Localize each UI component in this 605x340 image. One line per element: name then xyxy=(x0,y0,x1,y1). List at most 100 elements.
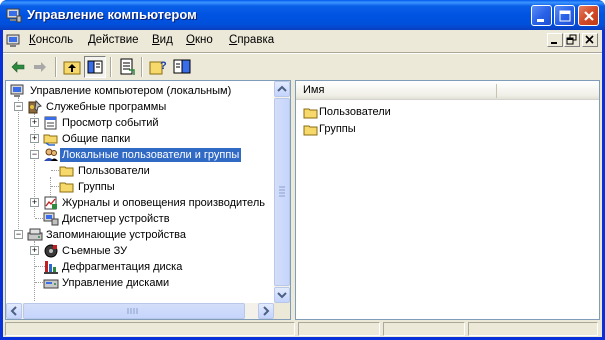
computer-management-icon xyxy=(10,84,24,97)
tree-item-label: Общие папки xyxy=(62,133,131,145)
scroll-right-button[interactable] xyxy=(258,303,274,319)
back-button[interactable] xyxy=(7,56,29,78)
computer-management-window: Управление компьютером Консоль Действие … xyxy=(0,0,605,340)
device-manager-icon xyxy=(43,212,59,226)
tree-item-users[interactable]: Пользователи xyxy=(8,163,278,179)
toolbar: ? xyxy=(3,54,602,80)
export-list-button[interactable] xyxy=(116,56,138,78)
tree-item-groups[interactable]: Группы xyxy=(8,179,278,195)
tree-item-system-tools[interactable]: − Служебные программы xyxy=(8,99,278,115)
menu-console[interactable]: Консоль xyxy=(29,34,73,46)
menu-view[interactable]: Вид xyxy=(152,34,173,46)
grip-icon xyxy=(127,308,138,314)
scrollbar-corner xyxy=(274,303,290,319)
computer-management-icon xyxy=(6,8,22,23)
tree-item-label: Управление дисками xyxy=(62,277,170,289)
console-menu-icon[interactable] xyxy=(6,33,22,49)
tree-item-disk-management[interactable]: Управление дисками xyxy=(8,275,278,291)
tree-item-removable-storage[interactable]: + Съемные ЗУ xyxy=(8,243,278,259)
window-frame: Консоль Действие Вид Окно Справка ? Упра… xyxy=(3,30,602,337)
scroll-thumb[interactable] xyxy=(274,98,290,286)
users-groups-icon xyxy=(44,148,58,161)
tree-horizontal-scrollbar[interactable] xyxy=(6,303,274,319)
menu-bar: Консоль Действие Вид Окно Справка xyxy=(3,30,602,52)
title-bar[interactable]: Управление компьютером xyxy=(0,0,605,30)
tree-item-device-manager[interactable]: Диспетчер устройств xyxy=(8,211,278,227)
expand-toggle[interactable]: + xyxy=(30,134,39,143)
status-bar xyxy=(3,321,602,337)
up-level-icon xyxy=(63,61,81,75)
collapse-toggle[interactable]: − xyxy=(30,150,39,159)
tree-vertical-scrollbar[interactable] xyxy=(274,81,290,303)
collapse-toggle[interactable]: − xyxy=(14,102,23,111)
menu-action-label: Действие xyxy=(88,34,139,46)
close-icon xyxy=(584,11,594,21)
tree-item-event-viewer[interactable]: + Просмотр событий xyxy=(8,115,278,131)
help-icon: ? xyxy=(149,60,167,75)
tree-item-shared-folders[interactable]: + Общие папки xyxy=(8,131,278,147)
tree-item-label: Служебные программы xyxy=(46,101,167,113)
folder-icon xyxy=(303,108,318,119)
minimize-button[interactable] xyxy=(531,5,552,26)
performance-logs-icon xyxy=(44,196,57,210)
toolbar-separator xyxy=(110,57,112,77)
status-cell-main xyxy=(5,322,295,336)
up-level-button[interactable] xyxy=(61,56,83,78)
collapse-toggle[interactable]: − xyxy=(14,230,23,239)
status-cell xyxy=(298,322,380,336)
disk-management-icon xyxy=(43,279,59,289)
chevron-left-icon xyxy=(10,306,17,316)
column-divider[interactable] xyxy=(496,84,497,98)
menu-window[interactable]: Окно xyxy=(186,34,213,46)
folder-icon xyxy=(59,182,74,193)
toolbar-separator xyxy=(141,57,143,77)
tree-item-local-users-groups[interactable]: − Локальные пользователи и группы xyxy=(8,147,278,163)
menu-action[interactable]: Действие xyxy=(88,34,139,46)
scroll-up-button[interactable] xyxy=(274,81,290,97)
defrag-icon xyxy=(44,261,58,274)
show-hide-tree-button[interactable] xyxy=(84,56,106,78)
menu-help[interactable]: Справка xyxy=(229,34,274,46)
list-item-label: Пользователи xyxy=(319,106,391,118)
expand-toggle[interactable]: + xyxy=(30,118,39,127)
tree-item-label: Съемные ЗУ xyxy=(62,245,128,257)
scroll-down-button[interactable] xyxy=(274,287,290,303)
maximize-icon xyxy=(559,10,571,22)
minimize-icon xyxy=(537,19,544,22)
action-pane-icon xyxy=(173,59,191,74)
storage-icon xyxy=(27,228,43,241)
action-pane-button[interactable] xyxy=(171,56,193,78)
tree-item-computer-management[interactable]: Управление компьютером (локальным) xyxy=(8,83,278,99)
column-header-name[interactable]: Имя xyxy=(296,81,599,100)
forward-icon xyxy=(34,62,46,72)
list-item-label: Группы xyxy=(319,123,356,135)
expand-toggle[interactable]: + xyxy=(30,198,39,207)
forward-button[interactable] xyxy=(29,56,51,78)
chevron-down-icon xyxy=(277,292,287,299)
tree-item-label: Управление компьютером (локальным) xyxy=(30,85,232,97)
console-tree[interactable]: Управление компьютером (локальным) − Слу… xyxy=(5,80,291,320)
tree-item-performance-logs[interactable]: + Журналы и оповещения производитель xyxy=(8,195,278,211)
scroll-thumb[interactable] xyxy=(23,303,245,319)
child-close-button[interactable] xyxy=(582,33,598,47)
status-cell xyxy=(468,322,598,336)
window-title: Управление компьютером xyxy=(27,7,197,22)
export-list-icon xyxy=(120,58,135,75)
expand-toggle[interactable]: + xyxy=(30,246,39,255)
close-icon xyxy=(585,35,594,44)
tree-item-label: Запоминающие устройства xyxy=(46,229,187,241)
close-button[interactable] xyxy=(578,5,599,26)
tree-item-defrag[interactable]: Дефрагментация диска xyxy=(8,259,278,275)
tree-item-label: Пользователи xyxy=(78,165,150,177)
help-button[interactable]: ? xyxy=(147,56,169,78)
grip-icon xyxy=(279,186,285,197)
tree-item-label: Журналы и оповещения производитель xyxy=(62,197,265,209)
tree-item-storage[interactable]: − Запоминающие устройства xyxy=(8,227,278,243)
maximize-button[interactable] xyxy=(554,5,575,26)
child-minimize-button[interactable] xyxy=(547,33,563,47)
scroll-left-button[interactable] xyxy=(6,303,22,319)
menu-help-label: Справка xyxy=(229,34,275,46)
toolbar-separator xyxy=(55,57,57,77)
child-restore-button[interactable] xyxy=(564,33,580,47)
result-pane[interactable]: Имя Пользователи Группы xyxy=(295,80,600,320)
